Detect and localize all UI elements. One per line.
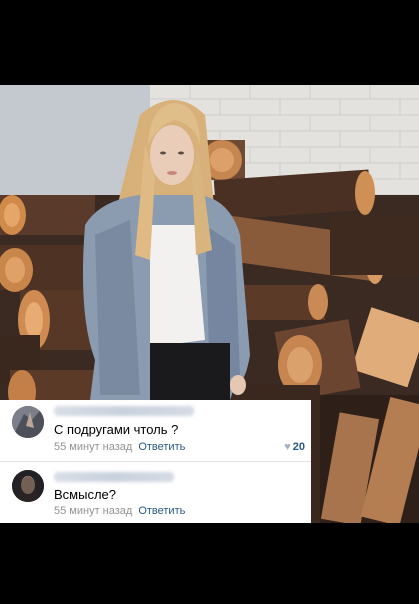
author-name-blurred[interactable] (54, 406, 194, 416)
avatar[interactable] (12, 406, 44, 438)
comment-meta: 55 минут назад Ответить (54, 505, 185, 517)
reply-button[interactable]: Ответить (138, 441, 185, 453)
heart-icon: ♥ (284, 441, 291, 453)
comment-text: С подругами чтоль ? (54, 422, 179, 437)
comment-item: С подругами чтоль ? 55 минут назад Ответи… (0, 400, 311, 461)
comment-meta: 55 минут назад Ответить (54, 441, 185, 453)
author-name-blurred[interactable] (54, 472, 174, 482)
comment-text: Всмысле? (54, 487, 116, 502)
like-button[interactable]: ♥ 20 (284, 441, 305, 453)
comment-time: 55 минут назад (54, 441, 133, 453)
avatar-image (12, 406, 44, 438)
avatar-image (12, 470, 44, 502)
reply-button[interactable]: Ответить (138, 505, 185, 517)
comment-time: 55 минут назад (54, 505, 133, 517)
avatar[interactable] (12, 470, 44, 502)
comment-item: Всмысле? 55 минут назад Ответить (0, 462, 311, 523)
like-count: 20 (292, 441, 305, 453)
comments-panel: С подругами чтоль ? 55 минут назад Ответи… (0, 400, 311, 523)
